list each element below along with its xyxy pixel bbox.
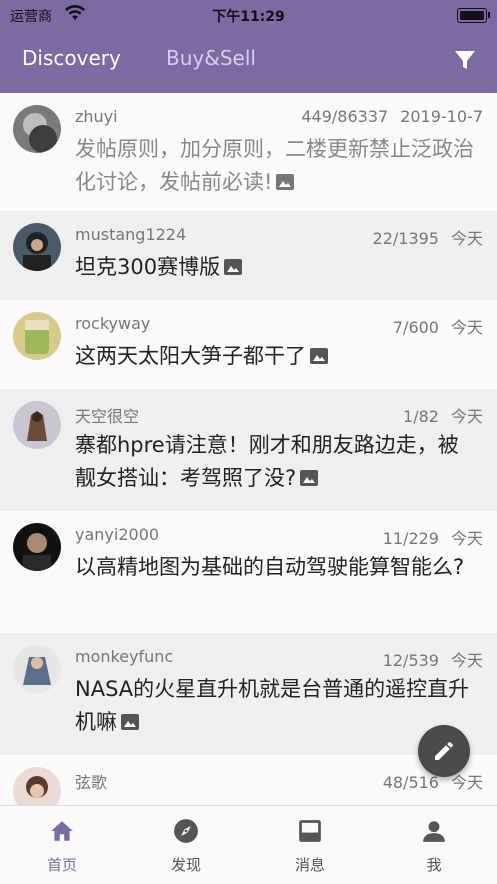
image-icon [310,348,328,364]
clock: 下午11:29 [212,9,285,25]
post-date: 今天 [450,318,483,337]
post-title[interactable]: 坦克300赛博版 [75,251,477,284]
post-item[interactable]: yanyi2000 11/229 今天 以高精地图为基础的自动驾驶能算智能么? [0,511,497,634]
post-title-text: 发帖原则，加分原则，二楼更新禁止泛政治化讨论，发帖前必读! [75,137,474,194]
avatar[interactable] [13,223,61,271]
bottom-nav: 首页 发现 消息 我 [0,805,497,884]
post-date: 今天 [450,229,483,248]
post-author[interactable]: 弦歌 [75,769,107,793]
nav-messages[interactable]: 消息 [270,818,350,875]
post-item[interactable]: mustang1224 22/1395 今天 坦克300赛博版 [0,211,497,301]
post-date: 今天 [450,651,483,670]
post-counts: 12/539 [382,651,439,670]
post-counts: 22/1395 [372,229,439,248]
avatar[interactable] [13,523,61,571]
post-title[interactable]: 发帖原则，加分原则，二楼更新禁止泛政治化讨论，发帖前必读! [75,133,477,199]
avatar[interactable] [13,767,61,805]
post-author[interactable]: monkeyfunc [75,647,173,666]
post-counts: 7/600 [392,318,439,337]
nav-home-label: 首页 [46,856,77,874]
post-title-text: 这两天太阳大笋子都干了 [75,344,306,368]
image-icon [224,259,243,275]
image-icon [121,714,139,730]
post-author[interactable]: rockyway [75,314,150,333]
post-counts: 1/82 [403,407,439,426]
post-meta: 1/82 今天 [403,403,483,427]
battery-icon [457,8,490,23]
home-icon [51,821,73,841]
nav-discover-label: 发现 [170,856,201,874]
post-author[interactable]: zhuyi [75,107,118,126]
post-title-text: 寨都hpre请注意！刚才和朋友路边走，被靓女搭讪：考驾照了没? [75,433,459,490]
post-counts: 48/516 [382,773,439,792]
post-item[interactable]: zhuyi 449/86337 2019-10-7 发帖原则，加分原则，二楼更新禁… [0,93,497,212]
post-date: 2019-10-7 [400,107,483,126]
compass-icon [174,819,198,843]
avatar[interactable] [13,645,61,693]
nav-discover[interactable]: 发现 [146,818,226,875]
avatar[interactable] [13,401,61,449]
post-title[interactable]: 这两天太阳大笋子都干了 [75,340,477,373]
post-author[interactable]: yanyi2000 [75,525,159,544]
inbox-icon [299,820,321,842]
avatar[interactable] [13,105,61,153]
post-meta: 7/600 今天 [393,314,483,338]
post-title-text: 坦克300赛博版 [75,255,221,279]
post-counts: 449/86337 [301,107,389,126]
post-author[interactable]: 天空很空 [75,403,139,427]
tab-discovery[interactable]: Discovery [22,46,121,70]
status-bar: 运营商 下午11:29 [0,0,497,30]
post-title[interactable]: 寨都hpre请注意！刚才和朋友路边走，被靓女搭讪：考驾照了没? [75,429,477,495]
post-title[interactable]: 以高精地图为基础的自动驾驶能算智能么? [75,551,477,584]
post-title-text: 以高精地图为基础的自动驾驶能算智能么? [75,555,465,579]
tab-buy-sell[interactable]: Buy&Sell [166,46,256,70]
post-meta: 449/86337 2019-10-7 [301,107,483,126]
pencil-icon [435,741,454,760]
image-icon [276,174,295,190]
compose-button[interactable] [418,725,470,777]
post-list[interactable]: zhuyi 449/86337 2019-10-7 发帖原则，加分原则，二楼更新禁… [0,93,497,805]
post-author[interactable]: mustang1224 [75,225,186,244]
post-date: 今天 [450,773,483,792]
post-date: 今天 [450,529,483,548]
post-date: 今天 [450,407,483,426]
post-meta: 22/1395 今天 [373,225,483,249]
post-meta: 11/229 今天 [383,525,483,549]
avatar[interactable] [13,312,61,360]
filter-icon[interactable] [453,48,477,72]
post-item[interactable]: 天空很空 1/82 今天 寨都hpre请注意！刚才和朋友路边走，被靓女搭讪：考驾照… [0,389,497,512]
nav-messages-label: 消息 [294,856,325,874]
app-header: Discovery Buy&Sell [0,30,497,93]
post-meta: 12/539 今天 [383,647,483,671]
image-icon [300,470,319,486]
nav-me-label: 我 [426,856,442,874]
nav-me[interactable]: 我 [394,818,474,875]
post-item[interactable]: rockyway 7/600 今天 这两天太阳大笋子都干了 [0,300,497,390]
post-title[interactable]: NASA的火星直升机就是台普通的遥控直升机嘛 [75,673,477,739]
person-icon [423,821,445,842]
nav-home[interactable]: 首页 [22,818,102,875]
post-counts: 11/229 [382,529,439,548]
